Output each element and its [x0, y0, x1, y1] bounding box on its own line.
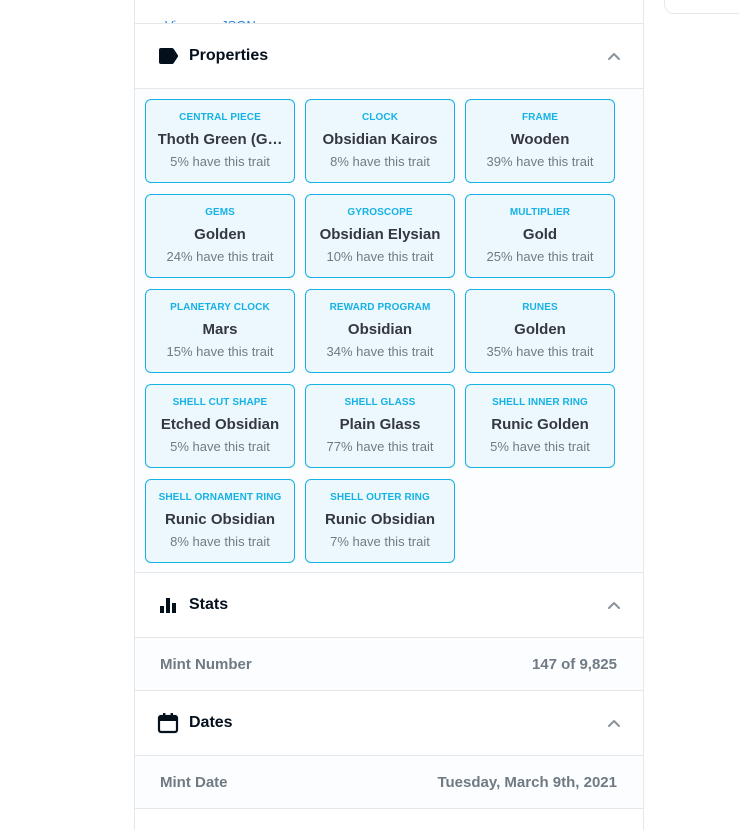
chevron-up-icon[interactable] [607, 49, 621, 63]
calendar-icon [157, 712, 179, 734]
trait-card[interactable]: Reward Program Obsidian 34% have this trai… [305, 289, 455, 373]
trait-type: Multiplier [509, 207, 571, 218]
bar-chart-icon [157, 594, 179, 616]
trait-type: Reward Program [329, 302, 431, 313]
trait-value: Plain Glass [339, 416, 421, 433]
trait-card[interactable]: Shell Inner Ring Runic Golden 5% have this… [465, 384, 615, 468]
trait-rarity: 5% have this trait [170, 154, 270, 169]
trait-card[interactable]: Runes Golden 35% have this trait [465, 289, 615, 373]
trait-card[interactable]: Planetary Clock Mars 15% have this trait [145, 289, 295, 373]
trait-card[interactable]: Shell Glass Plain Glass 77% have this trai… [305, 384, 455, 468]
trait-rarity: 77% have this trait [326, 439, 434, 454]
label-tag-icon [157, 45, 179, 67]
trait-card[interactable]: Multiplier Gold 25% have this trait [465, 194, 615, 278]
stats-header[interactable]: Stats [135, 573, 643, 638]
trait-rarity: 25% have this trait [486, 249, 594, 264]
trait-type: Shell Ornament Ring [158, 492, 282, 503]
stat-label: Mint Number [160, 655, 252, 673]
trait-type: Planetary Clock [170, 302, 270, 313]
item-details-panel: View raw JSON Properties Central Piece Th… [134, 0, 644, 830]
date-value: Tuesday, March 9th, 2021 [437, 773, 617, 791]
chevron-up-icon[interactable] [607, 598, 621, 612]
trait-card[interactable]: Clock Obsidian Kairos 8% have this trait [305, 99, 455, 183]
properties-header[interactable]: Properties [135, 24, 643, 89]
trait-value: Runic Golden [491, 416, 589, 433]
trait-rarity: 5% have this trait [170, 439, 270, 454]
date-label: Mint Date [160, 773, 228, 791]
trait-rarity: 8% have this trait [330, 154, 430, 169]
side-card-edge [664, 0, 739, 14]
trait-type: Runes [522, 302, 558, 313]
trait-rarity: 15% have this trait [166, 344, 274, 359]
trait-rarity: 24% have this trait [166, 249, 274, 264]
trait-rarity: 7% have this trait [330, 534, 430, 549]
chevron-up-icon[interactable] [607, 716, 621, 730]
trait-rarity: 39% have this trait [486, 154, 594, 169]
trait-rarity: 35% have this trait [486, 344, 594, 359]
stat-value: 147 of 9,825 [531, 655, 617, 673]
dates-title: Dates [189, 714, 233, 731]
trait-card[interactable]: Central Piece Thoth Green (G… 5% have this… [145, 99, 295, 183]
view-raw-json-link[interactable]: View raw JSON [135, 0, 643, 24]
trait-card[interactable]: Gyroscope Obsidian Elysian 10% have this t… [305, 194, 455, 278]
trait-card[interactable]: Shell Cut Shape Etched Obsidian 5% have th… [145, 384, 295, 468]
dates-header[interactable]: Dates [135, 691, 643, 756]
trait-type: Gems [205, 207, 235, 218]
stat-row-mint-number: Mint Number 147 of 9,825 [135, 638, 643, 691]
trait-rarity: 34% have this trait [326, 344, 434, 359]
trait-value: Gold [522, 226, 558, 243]
properties-title: Properties [189, 47, 269, 64]
trait-value: Runic Obsidian [324, 511, 435, 528]
properties-body: Central Piece Thoth Green (G… 5% have this… [135, 89, 643, 573]
trait-card[interactable]: Shell Outer Ring Runic Obsidian 7% have th… [305, 479, 455, 563]
trait-value: Thoth Green (G… [157, 131, 283, 148]
trait-value: Golden [514, 321, 566, 338]
trait-rarity: 10% have this trait [326, 249, 434, 264]
stats-title: Stats [189, 596, 229, 613]
trait-rarity: 8% have this trait [170, 534, 270, 549]
trait-value: Etched Obsidian [160, 416, 280, 433]
trait-type: Shell Cut Shape [172, 397, 268, 408]
page: View raw JSON Properties Central Piece Th… [0, 0, 739, 830]
trait-type: Gyroscope [347, 207, 413, 218]
trait-value: Wooden [510, 131, 570, 148]
date-row-mint-date: Mint Date Tuesday, March 9th, 2021 [135, 756, 643, 809]
trait-type: Shell Inner Ring [492, 397, 588, 408]
trait-card[interactable]: Frame Wooden 39% have this trait [465, 99, 615, 183]
trait-value: Obsidian Elysian [319, 226, 441, 243]
trait-card[interactable]: Shell Ornament Ring Runic Obsidian 8% have… [145, 479, 295, 563]
trait-value: Mars [202, 321, 238, 338]
trait-value: Golden [194, 226, 246, 243]
trait-type: Central Piece [179, 112, 261, 123]
trait-value: Obsidian [347, 321, 413, 338]
trait-type: Shell Outer Ring [330, 492, 430, 503]
trait-rarity: 5% have this trait [490, 439, 590, 454]
trait-value: Obsidian Kairos [322, 131, 438, 148]
traits-grid: Central Piece Thoth Green (G… 5% have this… [145, 99, 643, 563]
trait-type: Shell Glass [344, 397, 416, 408]
trait-value: Runic Obsidian [164, 511, 275, 528]
trait-card[interactable]: Gems Golden 24% have this trait [145, 194, 295, 278]
trait-type: Frame [521, 112, 559, 123]
trait-type: Clock [361, 112, 399, 123]
